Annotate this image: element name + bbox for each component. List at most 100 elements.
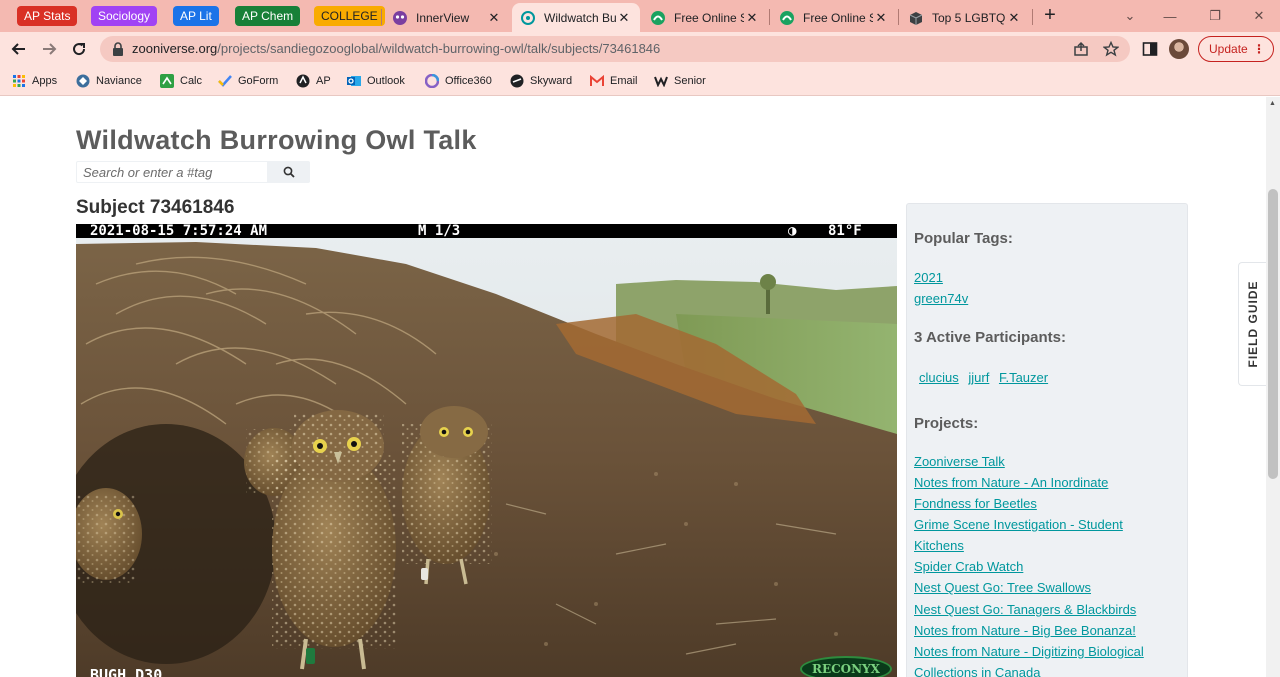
bookmark-goform[interactable]: GoForm	[218, 72, 278, 90]
bookmark-label: Outlook	[367, 75, 405, 87]
project-link[interactable]: Spider Crab Watch	[914, 559, 1023, 574]
bookmark-office360[interactable]: Office360	[425, 72, 492, 90]
forward-button[interactable]	[38, 38, 60, 60]
bookmark-calc[interactable]: Calc	[160, 72, 202, 90]
tag-link[interactable]: green74v	[914, 291, 968, 306]
tag-link[interactable]: 2021	[914, 270, 943, 285]
tab-innerview[interactable]: InnerView ✕	[384, 3, 510, 32]
close-icon[interactable]: ✕	[873, 10, 889, 26]
profile-avatar[interactable]	[1169, 39, 1189, 59]
projects-heading: Projects:	[914, 415, 979, 432]
moon-phase-icon: ◑	[788, 224, 797, 239]
gmail-icon	[590, 74, 604, 88]
bookmark-label: Naviance	[96, 75, 142, 87]
arrow-right-icon	[43, 43, 57, 55]
bookmark-senior[interactable]: Senior	[654, 72, 706, 90]
lock-icon[interactable]	[112, 42, 124, 61]
more-vert-icon: ⋮	[1253, 42, 1265, 56]
new-tab-button[interactable]: +	[1040, 5, 1060, 26]
bookmarks-bar: Apps Naviance Calc GoForm AP Outlook Off…	[0, 66, 1280, 96]
participants-list: clucius jjurf F.Tauzer	[919, 370, 1054, 385]
bookmark-naviance[interactable]: Naviance	[76, 72, 142, 90]
participant-link[interactable]: jjurf	[968, 370, 989, 385]
project-link[interactable]: Notes from Nature - Digitizing Biologica…	[914, 644, 1144, 659]
share-icon[interactable]	[1073, 41, 1089, 57]
participant-link[interactable]: clucius	[919, 370, 959, 385]
popular-tags-heading: Popular Tags:	[914, 230, 1013, 247]
bookmark-label: Skyward	[530, 75, 573, 87]
goform-icon	[218, 74, 232, 88]
tab-group-ap-lit[interactable]: AP Lit	[173, 6, 219, 26]
bookmark-ap[interactable]: AP	[296, 72, 331, 90]
search-button[interactable]	[267, 162, 310, 182]
project-link[interactable]: Zooniverse Talk	[914, 454, 1005, 469]
project-link[interactable]: Fondness for Beetles	[914, 496, 1037, 511]
project-link[interactable]: Nest Quest Go: Tanagers & Blackbirds	[914, 602, 1136, 617]
ap-icon	[296, 74, 310, 88]
search-input[interactable]	[77, 162, 267, 182]
close-icon[interactable]: ✕	[616, 10, 632, 26]
update-button[interactable]: Update ⋮	[1198, 36, 1274, 62]
page-content: Wildwatch Burrowing Owl Talk Subject 734…	[0, 97, 1266, 677]
address-bar[interactable]: zooniverse.org/projects/sandiegozoogloba…	[100, 36, 1130, 62]
close-icon[interactable]: ✕	[1006, 10, 1022, 26]
subject-image[interactable]: 2021-08-15 7:57:24 AM M 1/3 ◑ 81°F BUGH …	[76, 224, 897, 677]
tab-wildwatch[interactable]: Wildwatch Bu ✕	[512, 3, 640, 32]
tab-title: Wildwatch Bu	[544, 10, 616, 25]
tab-top-5[interactable]: Top 5 LGBTQ ✕	[900, 3, 1030, 32]
owl-photo	[76, 224, 897, 677]
subject-heading: Subject 73461846	[76, 197, 235, 218]
bookmark-label: Apps	[32, 75, 58, 87]
scroll-up-icon[interactable]: ▲	[1269, 100, 1276, 107]
page-title: Wildwatch Burrowing Owl Talk	[76, 125, 477, 155]
tab-group-ap-chem[interactable]: AP Chem	[235, 6, 301, 26]
tab-group-sociology[interactable]: Sociology	[91, 6, 158, 26]
skyward-icon	[510, 74, 524, 88]
project-link[interactable]: Collections in Canada	[914, 665, 1040, 677]
tab-separator	[381, 9, 382, 25]
close-icon[interactable]: ✕	[744, 10, 760, 26]
box-icon	[908, 10, 924, 26]
camera-timestamp: 2021-08-15 7:57:24 AM	[90, 224, 268, 239]
project-link[interactable]: Nest Quest Go: Tree Swallows	[914, 580, 1091, 595]
field-guide-tab[interactable]: FIELD GUIDE	[1238, 262, 1266, 386]
url-host: zooniverse.org	[132, 41, 218, 56]
scrollbar-thumb[interactable]	[1268, 189, 1278, 479]
participant-link[interactable]: F.Tauzer	[999, 370, 1048, 385]
tab-separator	[898, 9, 899, 25]
tab-group-ap-stats[interactable]: AP Stats	[17, 6, 78, 26]
talk-search	[76, 161, 310, 183]
close-icon[interactable]: ✕	[486, 10, 502, 26]
bookmark-label: Email	[610, 75, 638, 87]
update-label: Update	[1209, 42, 1248, 56]
back-button[interactable]	[8, 38, 30, 60]
tab-free-online-2[interactable]: Free Online S ✕	[771, 3, 897, 32]
page-scrollbar[interactable]: ▲	[1266, 97, 1280, 677]
camera-frame: M 1/3	[418, 224, 461, 239]
arrow-left-icon	[11, 43, 25, 55]
bookmark-email[interactable]: Email	[590, 72, 638, 90]
restore-button[interactable]: ❐	[1195, 0, 1235, 32]
project-link[interactable]: Notes from Nature - An Inordinate	[914, 475, 1108, 490]
minimize-button[interactable]: —	[1150, 0, 1190, 32]
side-panel-icon[interactable]	[1142, 41, 1158, 62]
office-icon	[425, 74, 439, 88]
bookmark-star-icon[interactable]	[1102, 40, 1120, 57]
reload-button[interactable]	[68, 38, 90, 60]
project-link[interactable]: Grime Scene Investigation - Student	[914, 517, 1123, 532]
bookmark-outlook[interactable]: Outlook	[347, 72, 405, 90]
tab-free-online-1[interactable]: Free Online S ✕	[642, 3, 768, 32]
bookmark-skyward[interactable]: Skyward	[510, 72, 572, 90]
camera-location-label: BUGH D30	[90, 666, 163, 677]
project-link[interactable]: Notes from Nature - Big Bee Bonanza!	[914, 623, 1136, 638]
bookmark-apps[interactable]: Apps	[12, 72, 57, 90]
window-close-button[interactable]: ✕	[1239, 0, 1279, 32]
url-text: zooniverse.org/projects/sandiegozoogloba…	[132, 36, 660, 62]
bookmark-label: GoForm	[238, 75, 279, 87]
tab-search-button[interactable]: ⌄	[1110, 0, 1150, 32]
tab-group-college[interactable]: COLLEGE	[314, 6, 385, 26]
talk-sidebar: Popular Tags: 2021 green74v 3 Active Par…	[906, 203, 1188, 677]
apps-grid-icon	[12, 74, 26, 88]
project-link[interactable]: Kitchens	[914, 538, 964, 553]
innerview-icon	[392, 10, 408, 26]
